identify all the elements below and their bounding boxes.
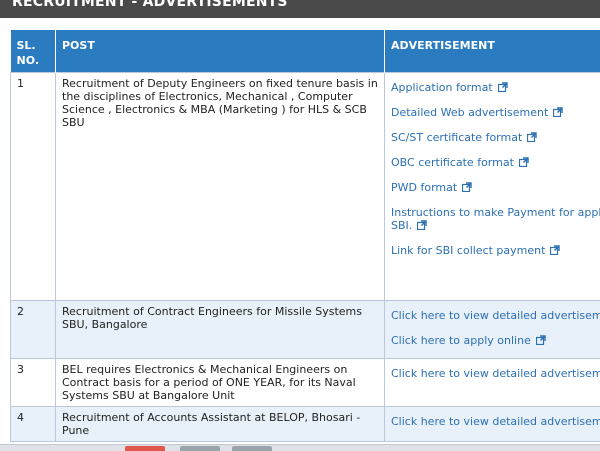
header-post: POST [56,30,385,73]
taskbar-item[interactable] [180,446,220,451]
row-sl-cell: 1 [11,73,56,301]
link-text: PWD format [391,181,457,194]
row-post-cell: Recruitment of Contract Engineers for Mi… [56,301,385,359]
payment-instructions-link[interactable]: Instructions to make Payment for appli t… [391,206,600,232]
link-text: Detailed Web advertisement [391,106,548,119]
sc-st-certificate-link[interactable]: SC/ST certificate format [391,131,600,144]
view-detailed-advertisement-link[interactable]: Click here to view detailed advertiseme [391,415,600,428]
section-title: RECRUITMENT - ADVERTISEMENTS [12,0,288,11]
external-link-icon [536,335,546,345]
table-header-row: SL. NO. POST ADVERTISEMENT [11,30,600,73]
link-text: SC/ST certificate format [391,131,522,144]
link-text: OBC certificate format [391,156,514,169]
row-post-cell: BEL requires Electronics & Mechanical En… [56,359,385,407]
application-format-link[interactable]: Application format [391,81,600,94]
link-text: Click here to view detailed advertiseme [391,415,600,428]
external-link-icon [553,107,563,117]
taskbar-item[interactable] [125,446,165,451]
link-text: Click here to view detailed advertiseme [391,367,600,380]
row-links-cell: Click here to view detailed advertiseme [385,359,600,407]
header-advertisement: ADVERTISEMENT [385,30,600,73]
external-link-icon [550,245,560,255]
recruitment-table: SL. NO. POST ADVERTISEMENT 1 Recruitment… [10,30,600,442]
recruitment-table-container: SL. NO. POST ADVERTISEMENT 1 Recruitment… [10,30,600,444]
row-links-cell: Application format Detailed Web advertis… [385,73,600,301]
taskbar-item[interactable] [232,446,272,451]
apply-online-link[interactable]: Click here to apply online [391,334,600,347]
external-link-icon [519,157,529,167]
view-detailed-advertisement-link[interactable]: Click here to view detailed advertiseme [391,309,600,322]
detailed-web-advertisement-link[interactable]: Detailed Web advertisement [391,106,600,119]
obc-certificate-link[interactable]: OBC certificate format [391,156,600,169]
link-text: Application format [391,81,493,94]
row-sl-cell: 4 [11,407,56,442]
row-links-cell: Click here to view detailed advertiseme [385,407,600,442]
external-link-icon [462,182,472,192]
table-row: 1 Recruitment of Deputy Engineers on fix… [11,73,600,301]
table-row: 4 Recruitment of Accounts Assistant at B… [11,407,600,442]
external-link-icon [417,220,427,230]
table-row: 2 Recruitment of Contract Engineers for … [11,301,600,359]
row-sl-cell: 3 [11,359,56,407]
section-title-bar: RECRUITMENT - ADVERTISEMENTS [0,0,600,18]
row-post-cell: Recruitment of Deputy Engineers on fixed… [56,73,385,301]
sbi-collect-payment-link[interactable]: Link for SBI collect payment [391,244,600,257]
link-text: Link for SBI collect payment [391,244,545,257]
row-sl-cell: 2 [11,301,56,359]
row-links-cell: Click here to view detailed advertiseme … [385,301,600,359]
table-row: 3 BEL requires Electronics & Mechanical … [11,359,600,407]
row-post-cell: Recruitment of Accounts Assistant at BEL… [56,407,385,442]
pwd-format-link[interactable]: PWD format [391,181,600,194]
link-text: Click here to apply online [391,334,531,347]
header-sl-no: SL. NO. [11,30,56,73]
link-text: Click here to view detailed advertiseme [391,309,600,322]
external-link-icon [498,82,508,92]
view-detailed-advertisement-link[interactable]: Click here to view detailed advertiseme [391,367,600,380]
external-link-icon [527,132,537,142]
